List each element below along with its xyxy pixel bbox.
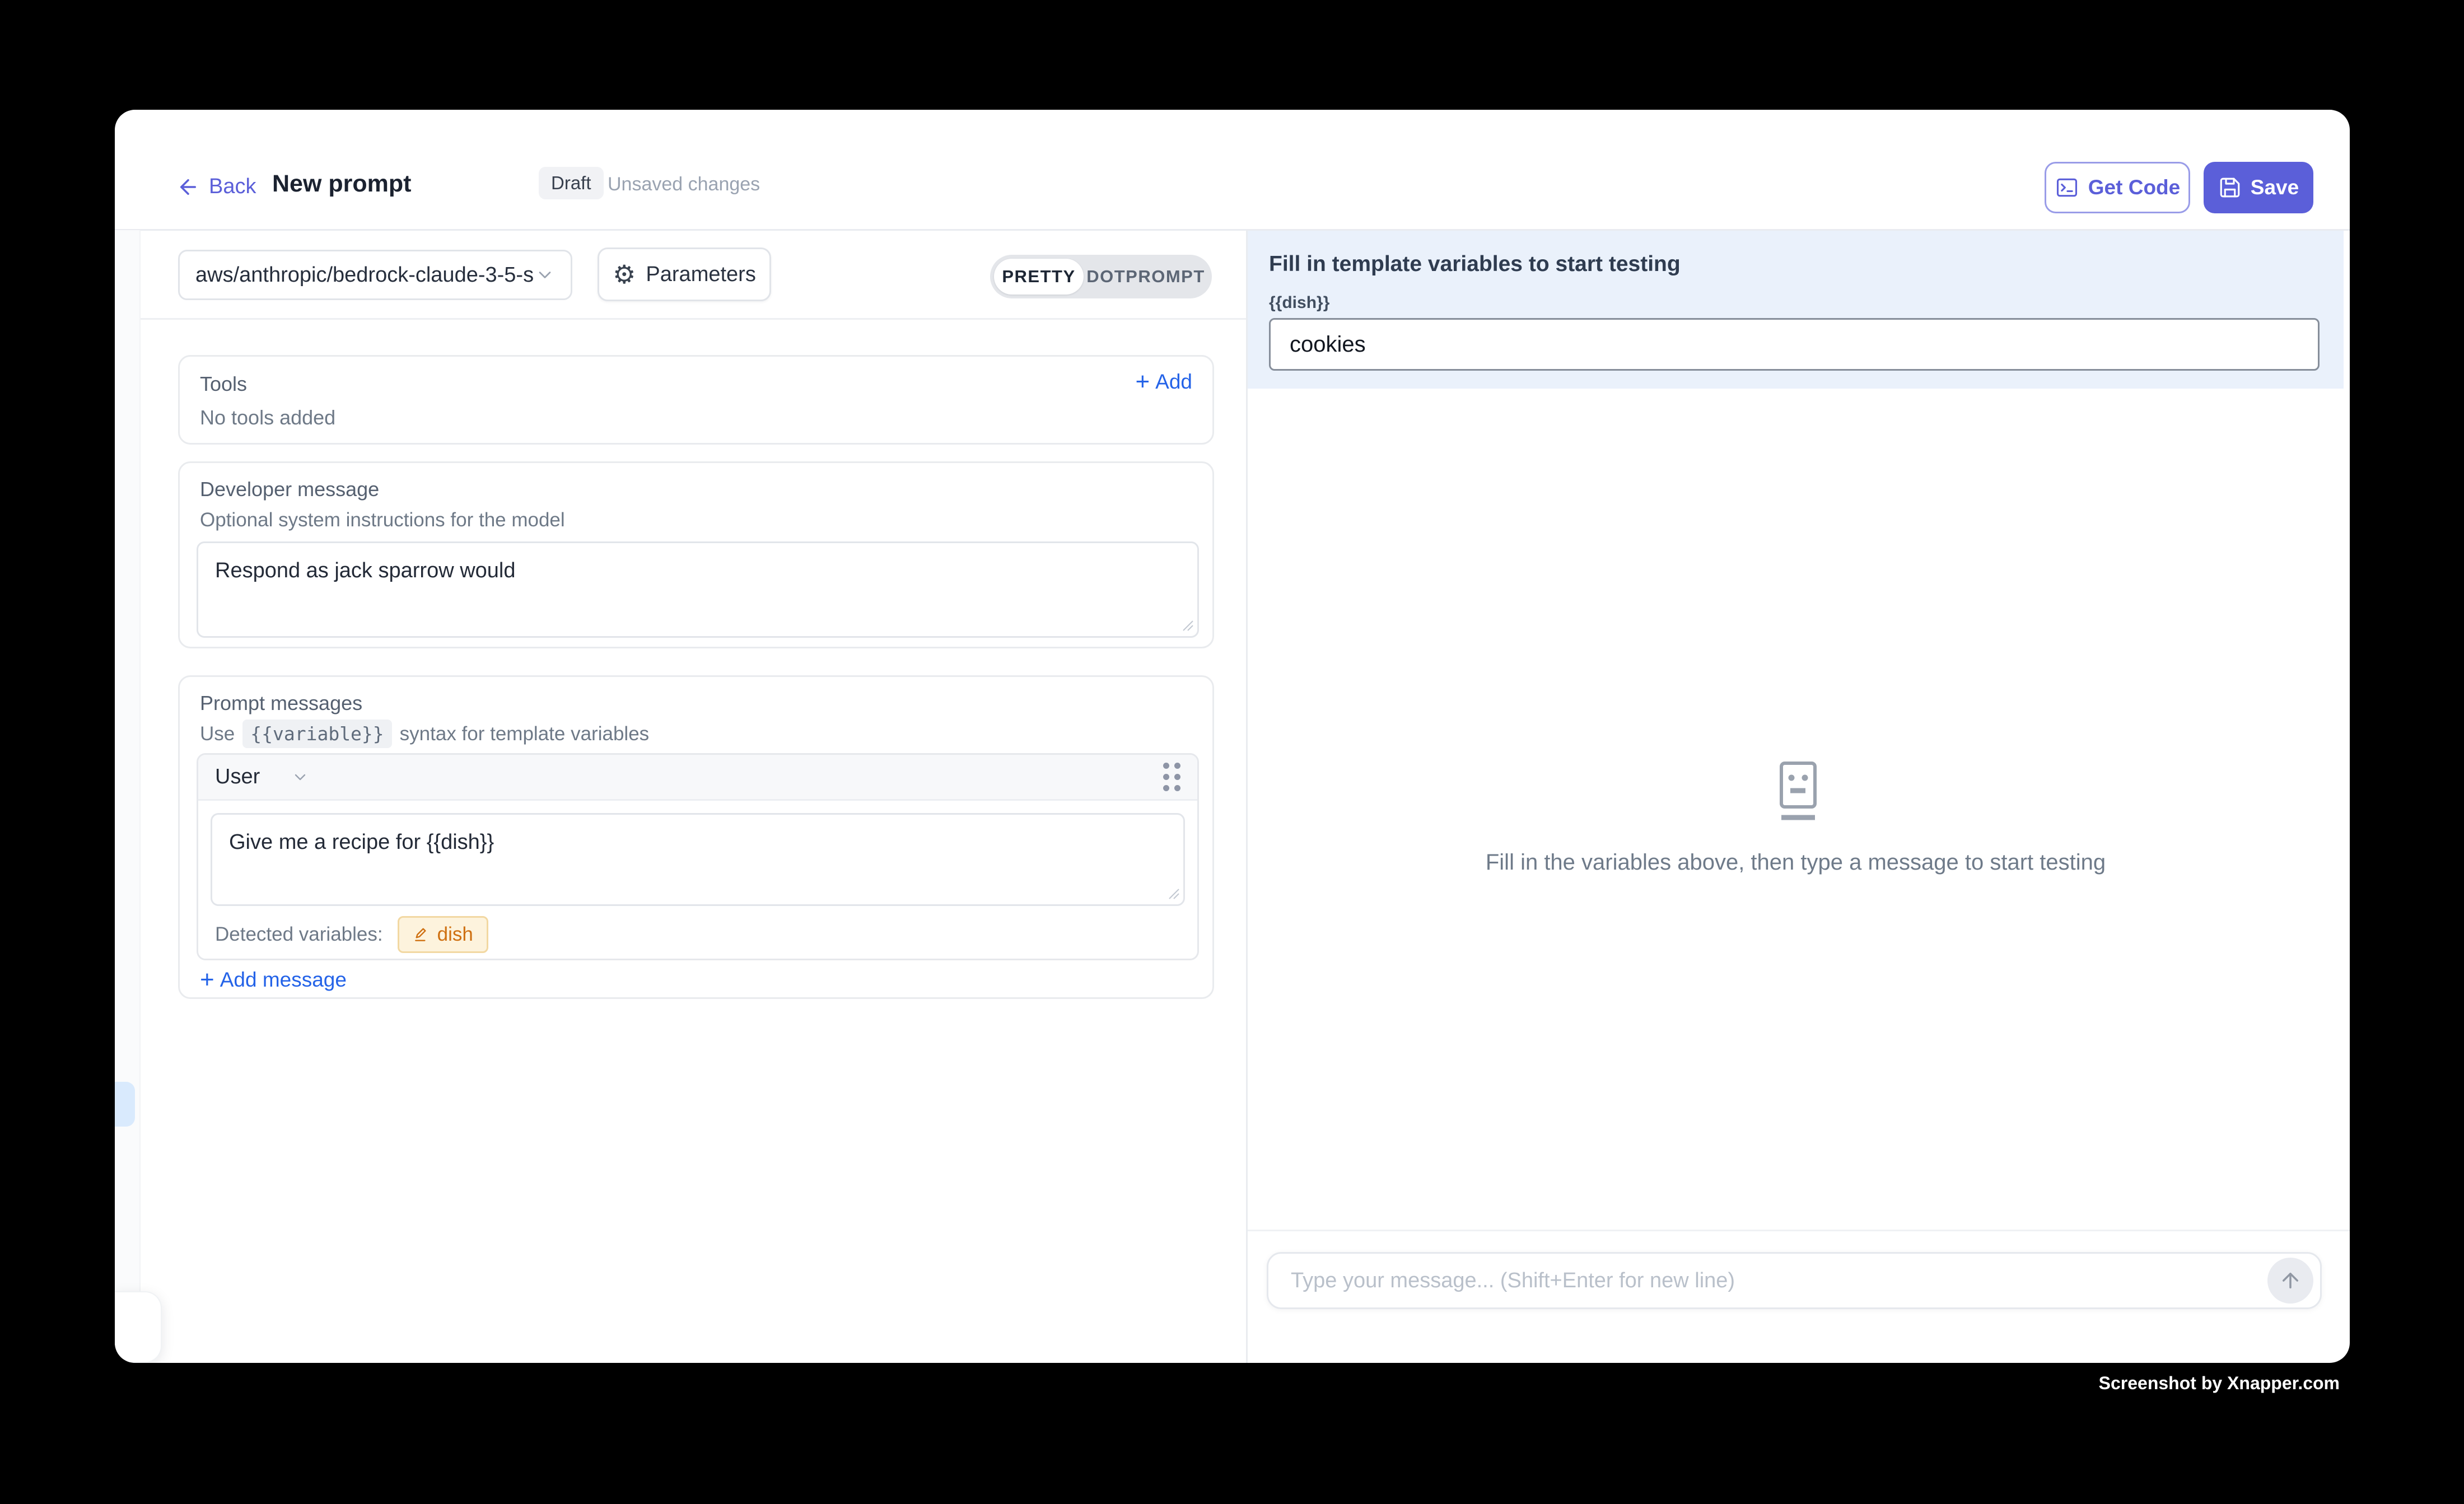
- role-select[interactable]: User: [215, 765, 260, 789]
- add-tool-label: Add: [1155, 370, 1192, 394]
- variable-code-chip: {{variable}}: [242, 720, 391, 748]
- prompt-messages-card: Prompt messages Use {{variable}} syntax …: [178, 675, 1214, 999]
- status-badge: Draft: [539, 167, 604, 199]
- unsaved-changes-text: Unsaved changes: [608, 174, 760, 195]
- back-button[interactable]: Back: [176, 175, 256, 199]
- prompt-messages-title: Prompt messages: [200, 692, 362, 715]
- watermark-text: Screenshot by Xnapper.com: [2099, 1373, 2340, 1394]
- model-selector[interactable]: aws/anthropic/bedrock-claude-3-5-s...: [178, 250, 572, 300]
- save-button[interactable]: Save: [2204, 162, 2313, 213]
- chevron-down-icon: [535, 265, 555, 285]
- message-block: User Give me a recipe for {{dish}} Detec…: [197, 753, 1199, 960]
- developer-message-textarea[interactable]: Respond as jack sparrow would: [197, 541, 1199, 638]
- chevron-down-icon[interactable]: [291, 768, 309, 786]
- gear-icon: ⚙: [613, 261, 636, 287]
- panel-divider: [1246, 230, 1248, 1363]
- drag-handle-icon[interactable]: [1163, 763, 1180, 791]
- dish-variable-input[interactable]: [1269, 318, 2320, 371]
- format-toggle: PRETTY DOTPROMPT: [990, 255, 1212, 298]
- template-variables-panel: Fill in template variables to start test…: [1248, 231, 2344, 389]
- add-message-button[interactable]: + Add message: [200, 968, 347, 992]
- developer-message-subtitle: Optional system instructions for the mod…: [200, 509, 565, 531]
- arrow-up-icon: [2279, 1269, 2302, 1292]
- chat-divider: [1248, 1230, 2350, 1231]
- syntax-prefix: Use: [200, 723, 235, 745]
- edge-popover-card: [115, 1291, 162, 1363]
- model-selector-value: aws/anthropic/bedrock-claude-3-5-s...: [195, 263, 535, 287]
- parameters-button[interactable]: ⚙ Parameters: [598, 247, 771, 301]
- add-message-label: Add message: [220, 968, 347, 992]
- empty-state-text: Fill in the variables above, then type a…: [1248, 850, 2344, 875]
- toggle-option-pretty[interactable]: PRETTY: [994, 259, 1084, 295]
- tools-card: Tools + Add No tools added: [178, 355, 1214, 445]
- pencil-icon: [413, 926, 431, 943]
- variable-syntax-hint: Use {{variable}} syntax for template var…: [200, 720, 649, 748]
- plus-icon: +: [1135, 372, 1150, 391]
- detected-variables-label: Detected variables:: [215, 923, 383, 946]
- collapsed-sidebar-strip: [115, 230, 141, 1291]
- developer-message-card: Developer message Optional system instru…: [178, 461, 1214, 648]
- app-window: Back New prompt Draft Unsaved changes Ge…: [115, 110, 2350, 1363]
- variable-badge-label: dish: [437, 923, 473, 946]
- tools-empty-text: No tools added: [200, 406, 335, 429]
- plus-icon: +: [200, 970, 214, 989]
- get-code-label: Get Code: [2088, 176, 2180, 199]
- get-code-button[interactable]: Get Code: [2045, 162, 2190, 213]
- save-icon: [2218, 176, 2242, 199]
- variable-badge-dish[interactable]: dish: [398, 916, 488, 953]
- sidebar-selected-item[interactable]: [115, 1082, 135, 1127]
- save-label: Save: [2251, 176, 2299, 199]
- terminal-icon: [2055, 175, 2079, 200]
- developer-message-title: Developer message: [200, 478, 379, 501]
- detected-variables-row: Detected variables: dish: [215, 916, 488, 953]
- chat-message-input[interactable]: [1268, 1254, 2254, 1307]
- send-button[interactable]: [2267, 1258, 2313, 1304]
- add-tool-button[interactable]: + Add: [1135, 370, 1192, 394]
- syntax-suffix: syntax for template variables: [400, 723, 649, 745]
- back-label: Back: [209, 175, 256, 199]
- dish-variable-label: {{dish}}: [1269, 293, 1329, 312]
- robot-face-icon: [1770, 760, 1826, 824]
- message-header: User: [198, 755, 1197, 801]
- user-message-textarea[interactable]: Give me a recipe for {{dish}}: [211, 813, 1185, 906]
- chat-input-bar: [1267, 1252, 2322, 1309]
- template-variables-title: Fill in template variables to start test…: [1269, 252, 1681, 277]
- toolbar-divider: [115, 318, 1246, 320]
- tools-title: Tools: [200, 372, 247, 396]
- arrow-left-icon: [176, 175, 200, 199]
- toggle-option-dotprompt[interactable]: DOTPROMPT: [1084, 267, 1208, 287]
- parameters-label: Parameters: [646, 263, 755, 287]
- page-title: New prompt: [272, 170, 411, 198]
